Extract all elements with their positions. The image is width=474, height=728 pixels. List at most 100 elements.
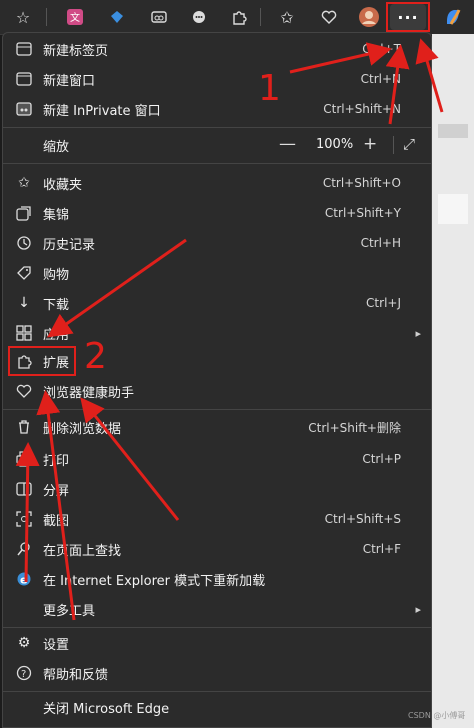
menu-item-apps[interactable]: 应用 ▸ <box>3 319 431 347</box>
menu-item-more-tools[interactable]: 更多工具 ▸ <box>3 595 431 623</box>
menu-item-new-window[interactable]: 新建窗口 Ctrl+N <box>3 65 431 93</box>
menu-item-print[interactable]: 打印 Ctrl+P <box>3 445 431 473</box>
profile-avatar[interactable] <box>356 4 382 30</box>
reading-icon[interactable] <box>146 4 172 30</box>
chat-icon[interactable] <box>186 4 212 30</box>
menu-item-screenshot[interactable]: 截图 Ctrl+Shift+S <box>3 505 431 533</box>
apps-icon <box>15 324 33 342</box>
menu-item-health[interactable]: 浏览器健康助手 <box>3 377 431 405</box>
menu-label: 截图 <box>43 513 70 529</box>
find-icon <box>15 540 33 558</box>
menu-shortcut: Ctrl+T <box>362 42 401 56</box>
menu-label: 新建标签页 <box>43 43 109 59</box>
menu-divider <box>3 163 431 164</box>
split-screen-icon <box>15 480 33 498</box>
menu-shortcut: Ctrl+Shift+Y <box>324 206 401 220</box>
menu-divider <box>3 691 431 692</box>
translate-icon[interactable]: 文 <box>62 4 88 30</box>
new-tab-icon <box>15 40 33 58</box>
menu-label: 新建 InPrivate 窗口 <box>43 103 161 119</box>
menu-label: 关闭 Microsoft Edge <box>43 701 170 717</box>
annotation-box-extensions <box>8 346 76 376</box>
menu-label: 历史记录 <box>43 237 96 253</box>
favorites-icon: ✩ <box>18 175 30 191</box>
menu-divider <box>3 127 431 128</box>
diamond-icon[interactable] <box>104 4 130 30</box>
menu-item-split-screen[interactable]: 分屏 <box>3 475 431 503</box>
menu-label: 缩放 <box>43 139 70 155</box>
chevron-right-icon: ▸ <box>415 602 421 616</box>
zoom-separator <box>393 136 394 154</box>
menu-label: 帮助和反馈 <box>43 667 109 683</box>
menu-item-ie-mode[interactable]: e 在 Internet Explorer 模式下重新加载 <box>3 565 431 593</box>
gear-icon: ⚙ <box>17 635 31 651</box>
menu-divider <box>3 627 431 628</box>
toolbar-separator <box>260 8 261 26</box>
zoom-out-button[interactable]: — <box>279 134 296 154</box>
menu-item-favorites[interactable]: ✩ 收藏夹 Ctrl+Shift+O <box>3 169 431 197</box>
menu-shortcut: Ctrl+Shift+删除 <box>308 420 401 435</box>
menu-item-shopping[interactable]: 购物 <box>3 259 431 287</box>
menu-item-help[interactable]: ? 帮助和反馈 <box>3 659 431 687</box>
menu-label: 打印 <box>43 453 70 469</box>
copilot-icon[interactable] <box>440 4 466 30</box>
menu-item-close-edge[interactable]: 关闭 Microsoft Edge <box>3 693 431 721</box>
shopping-icon <box>15 264 33 282</box>
menu-shortcut: Ctrl+P <box>362 452 401 466</box>
menu-label: 新建窗口 <box>43 73 96 89</box>
zoom-in-button[interactable]: + <box>363 134 377 154</box>
print-icon <box>15 450 33 468</box>
fullscreen-icon[interactable]: ⤢ <box>403 135 415 153</box>
menu-item-clear-data[interactable]: 删除浏览数据 Ctrl+Shift+删除 <box>3 413 431 441</box>
svg-text:?: ? <box>21 669 26 680</box>
menu-shortcut: Ctrl+Shift+O <box>322 176 401 190</box>
page-block <box>438 194 468 224</box>
new-window-icon <box>15 70 33 88</box>
menu-item-history[interactable]: 历史记录 Ctrl+H <box>3 229 431 257</box>
menu-shortcut: Ctrl+Shift+S <box>324 512 401 526</box>
help-icon: ? <box>15 664 33 682</box>
menu-item-zoom: 缩放 — 100% + ⤢ <box>3 131 431 159</box>
menu-label: 应用 <box>43 327 70 343</box>
menu-shortcut: Ctrl+F <box>362 542 401 556</box>
menu-label: 收藏夹 <box>43 177 83 193</box>
svg-text:文: 文 <box>70 11 80 24</box>
inprivate-icon <box>15 100 33 118</box>
menu-item-inprivate[interactable]: 新建 InPrivate 窗口 Ctrl+Shift+N <box>3 95 431 123</box>
zoom-control: — 100% + ⤢ <box>271 131 431 159</box>
page-background <box>432 34 474 728</box>
menu-shortcut: Ctrl+Shift+N <box>323 102 401 116</box>
trash-icon <box>15 418 33 436</box>
menu-label: 删除浏览数据 <box>43 421 122 437</box>
menu-shortcut: Ctrl+H <box>360 236 401 250</box>
annotation-box-more <box>386 2 430 32</box>
menu-label: 集锦 <box>43 207 70 223</box>
menu-label: 设置 <box>43 637 70 653</box>
menu-label: 更多工具 <box>43 603 96 619</box>
chevron-right-icon: ▸ <box>415 326 421 340</box>
collections-icon <box>15 204 33 222</box>
ie-icon: e <box>15 570 33 588</box>
menu-shortcut: Ctrl+N <box>360 72 401 86</box>
menu-shortcut: Ctrl+J <box>366 296 401 310</box>
menu-item-download[interactable]: ↓ 下载 Ctrl+J <box>3 289 431 317</box>
favorites-icon[interactable]: ✩ <box>274 4 300 30</box>
menu-label: 在页面上查找 <box>43 543 122 559</box>
zoom-level: 100% <box>316 137 354 152</box>
star-add-icon[interactable]: ☆ <box>10 4 36 30</box>
screenshot-icon <box>15 510 33 528</box>
health-icon <box>15 382 33 400</box>
watermark: CSDN @小傅哥 <box>408 711 466 720</box>
menu-item-collections[interactable]: 集锦 Ctrl+Shift+Y <box>3 199 431 227</box>
menu-item-settings[interactable]: ⚙ 设置 <box>3 629 431 657</box>
health-icon[interactable] <box>316 4 342 30</box>
extensions-icon[interactable] <box>226 4 252 30</box>
menu-item-new-tab[interactable]: 新建标签页 Ctrl+T <box>3 35 431 63</box>
more-menu: 新建标签页 Ctrl+T 新建窗口 Ctrl+N 新建 InPrivate 窗口… <box>2 32 432 728</box>
annotation-number-2: 2 <box>84 336 107 377</box>
annotation-number-1: 1 <box>258 68 281 109</box>
menu-label: 在 Internet Explorer 模式下重新加载 <box>43 573 266 589</box>
menu-divider <box>3 409 431 410</box>
menu-item-find[interactable]: 在页面上查找 Ctrl+F <box>3 535 431 563</box>
menu-label: 购物 <box>43 267 70 283</box>
